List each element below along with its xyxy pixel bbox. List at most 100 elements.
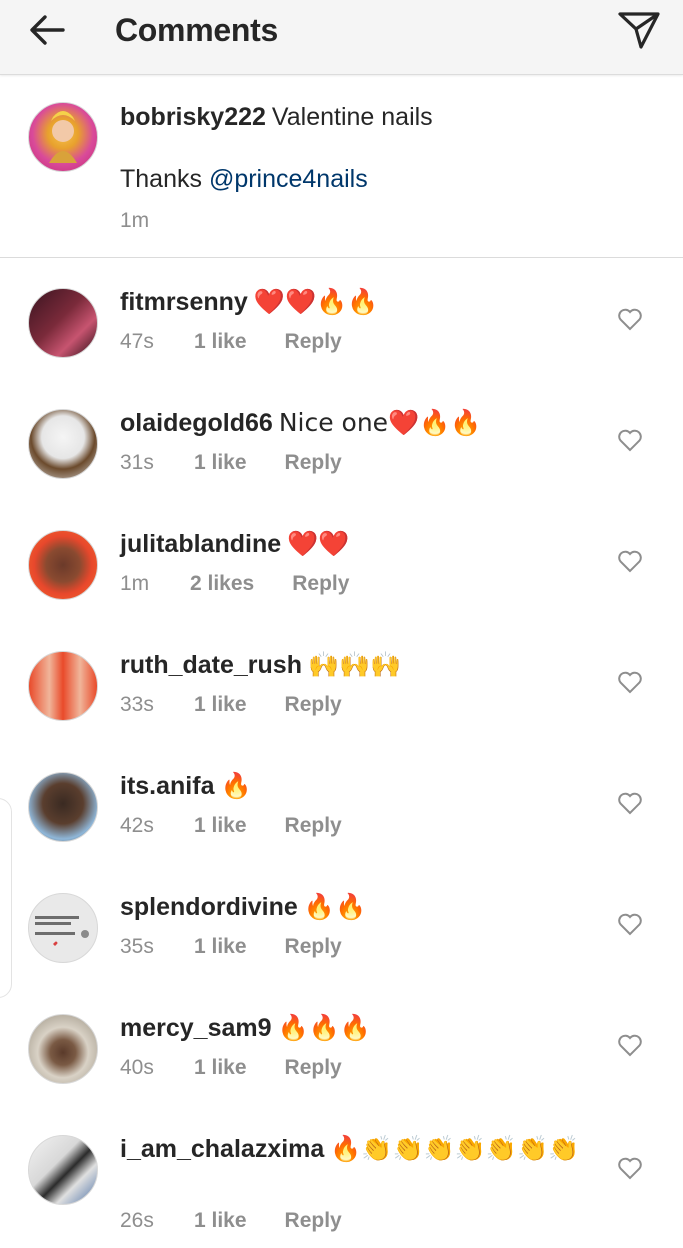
heart-icon <box>618 550 642 573</box>
comment-body: ❤️❤️🔥🔥 <box>253 287 379 316</box>
comment-meta: 31s 1 like Reply <box>120 451 342 475</box>
comment-text: splendordivine 🔥🔥 <box>120 891 590 923</box>
like-count[interactable]: 1 like <box>194 451 247 475</box>
comment-timestamp: 33s <box>120 693 154 716</box>
like-count[interactable]: 2 likes <box>190 572 254 596</box>
comment-timestamp: 31s <box>120 451 154 474</box>
edge-panel-handle[interactable] <box>0 798 12 998</box>
avatar[interactable] <box>28 530 98 600</box>
share-button[interactable] <box>613 6 665 54</box>
comment-meta: 26s 1 like Reply <box>120 1209 342 1233</box>
comment-item: splendordivine 🔥🔥 35s 1 like Reply <box>0 863 683 984</box>
comment-text: olaidegold66 Nice one❤️🔥🔥 <box>120 407 590 439</box>
comment-username[interactable]: i_am_chalazxima <box>120 1135 324 1163</box>
comment-meta: 1m 2 likes Reply <box>120 572 349 596</box>
caption-thanks-line: Thanks @prince4nails <box>120 165 368 194</box>
reply-button[interactable]: Reply <box>285 330 342 354</box>
comment-username[interactable]: julitablandine <box>120 530 281 558</box>
comment-item: fitmrsenny ❤️❤️🔥🔥 47s 1 like Reply <box>0 258 683 379</box>
comment-username[interactable]: olaidegold66 <box>120 409 273 437</box>
comment-text: its.anifa 🔥 <box>120 770 590 802</box>
comment-timestamp: 40s <box>120 1056 154 1079</box>
avatar[interactable] <box>28 102 98 172</box>
like-count[interactable]: 1 like <box>194 935 247 959</box>
comment-body: 🔥 <box>220 771 252 800</box>
heart-icon <box>618 1157 642 1180</box>
comment-meta: 33s 1 like Reply <box>120 693 342 717</box>
comment-item: i_am_chalazxima 🔥👏👏👏👏👏👏👏 26s 1 like Reply <box>0 1105 683 1248</box>
header-bar: Comments <box>0 0 683 75</box>
like-button[interactable] <box>614 546 646 576</box>
like-button[interactable] <box>614 1030 646 1060</box>
reply-button[interactable]: Reply <box>292 572 349 596</box>
comment-timestamp: 1m <box>120 572 150 595</box>
caption-thanks-text: Thanks <box>120 165 209 193</box>
page-title: Comments <box>115 12 278 48</box>
reply-button[interactable]: Reply <box>285 693 342 717</box>
avatar[interactable] <box>28 893 98 963</box>
reply-button[interactable]: Reply <box>285 451 342 475</box>
like-count[interactable]: 1 like <box>194 1056 247 1080</box>
comment-meta: 42s 1 like Reply <box>120 814 342 838</box>
comment-body: ❤️❤️ <box>287 529 350 558</box>
comment-username[interactable]: splendordivine <box>120 893 298 921</box>
heart-icon <box>618 1034 642 1057</box>
like-count[interactable]: 1 like <box>194 330 247 354</box>
comment-text: mercy_sam9 🔥🔥🔥 <box>120 1012 590 1044</box>
avatar[interactable] <box>28 288 98 358</box>
comment-meta: 40s 1 like Reply <box>120 1056 342 1080</box>
comment-body: Nice one❤️🔥🔥 <box>278 408 482 437</box>
comment-timestamp: 35s <box>120 935 154 958</box>
like-button[interactable] <box>614 909 646 939</box>
mention-link[interactable]: @prince4nails <box>209 165 368 193</box>
comment-item: its.anifa 🔥 42s 1 like Reply <box>0 742 683 863</box>
avatar[interactable] <box>28 1014 98 1084</box>
avatar[interactable] <box>28 1135 98 1205</box>
comment-body: 🙌🙌🙌 <box>307 650 402 679</box>
avatar[interactable] <box>28 651 98 721</box>
like-count[interactable]: 1 like <box>194 693 247 717</box>
comment-username[interactable]: fitmrsenny <box>120 288 248 316</box>
comment-item: ruth_date_rush 🙌🙌🙌 33s 1 like Reply <box>0 621 683 742</box>
comment-body: 🔥🔥 <box>303 892 367 921</box>
reply-button[interactable]: Reply <box>285 1056 342 1080</box>
back-button[interactable] <box>22 10 72 50</box>
comment-username[interactable]: its.anifa <box>120 772 214 800</box>
avatar-image <box>35 916 89 946</box>
arrow-left-icon <box>30 15 65 45</box>
comment-body: 🔥🔥🔥 <box>277 1013 371 1042</box>
like-count[interactable]: 1 like <box>194 1209 247 1233</box>
like-button[interactable] <box>614 667 646 697</box>
avatar-image <box>49 111 77 163</box>
avatar[interactable] <box>28 409 98 479</box>
comment-text: i_am_chalazxima 🔥👏👏👏👏👏👏👏 <box>120 1133 590 1165</box>
comment-meta: 35s 1 like Reply <box>120 935 342 959</box>
like-button[interactable] <box>614 1153 646 1183</box>
avatar[interactable] <box>28 772 98 842</box>
reply-button[interactable]: Reply <box>285 814 342 838</box>
like-button[interactable] <box>614 788 646 818</box>
comment-timestamp: 47s <box>120 330 154 353</box>
reply-button[interactable]: Reply <box>285 935 342 959</box>
comment-username[interactable]: mercy_sam9 <box>120 1014 272 1042</box>
like-count[interactable]: 1 like <box>194 814 247 838</box>
comment-timestamp: 42s <box>120 814 154 837</box>
heart-icon <box>618 913 642 936</box>
like-button[interactable] <box>614 304 646 334</box>
like-button[interactable] <box>614 425 646 455</box>
post-caption: bobrisky222 Valentine nails Thanks @princ… <box>0 75 683 258</box>
comment-item: julitablandine ❤️❤️ 1m 2 likes Reply <box>0 500 683 621</box>
caption-text: bobrisky222 Valentine nails <box>120 103 433 132</box>
paper-plane-icon <box>618 12 660 49</box>
heart-icon <box>618 308 642 331</box>
comment-username[interactable]: ruth_date_rush <box>120 651 302 679</box>
caption-username[interactable]: bobrisky222 <box>120 103 266 131</box>
comment-timestamp: 26s <box>120 1209 154 1232</box>
heart-icon <box>618 429 642 452</box>
heart-icon <box>618 671 642 694</box>
caption-body: Valentine nails <box>271 103 433 131</box>
reply-button[interactable]: Reply <box>285 1209 342 1233</box>
caption-timestamp: 1m <box>120 209 150 232</box>
comment-item: olaidegold66 Nice one❤️🔥🔥 31s 1 like Repl… <box>0 379 683 500</box>
heart-icon <box>618 792 642 815</box>
